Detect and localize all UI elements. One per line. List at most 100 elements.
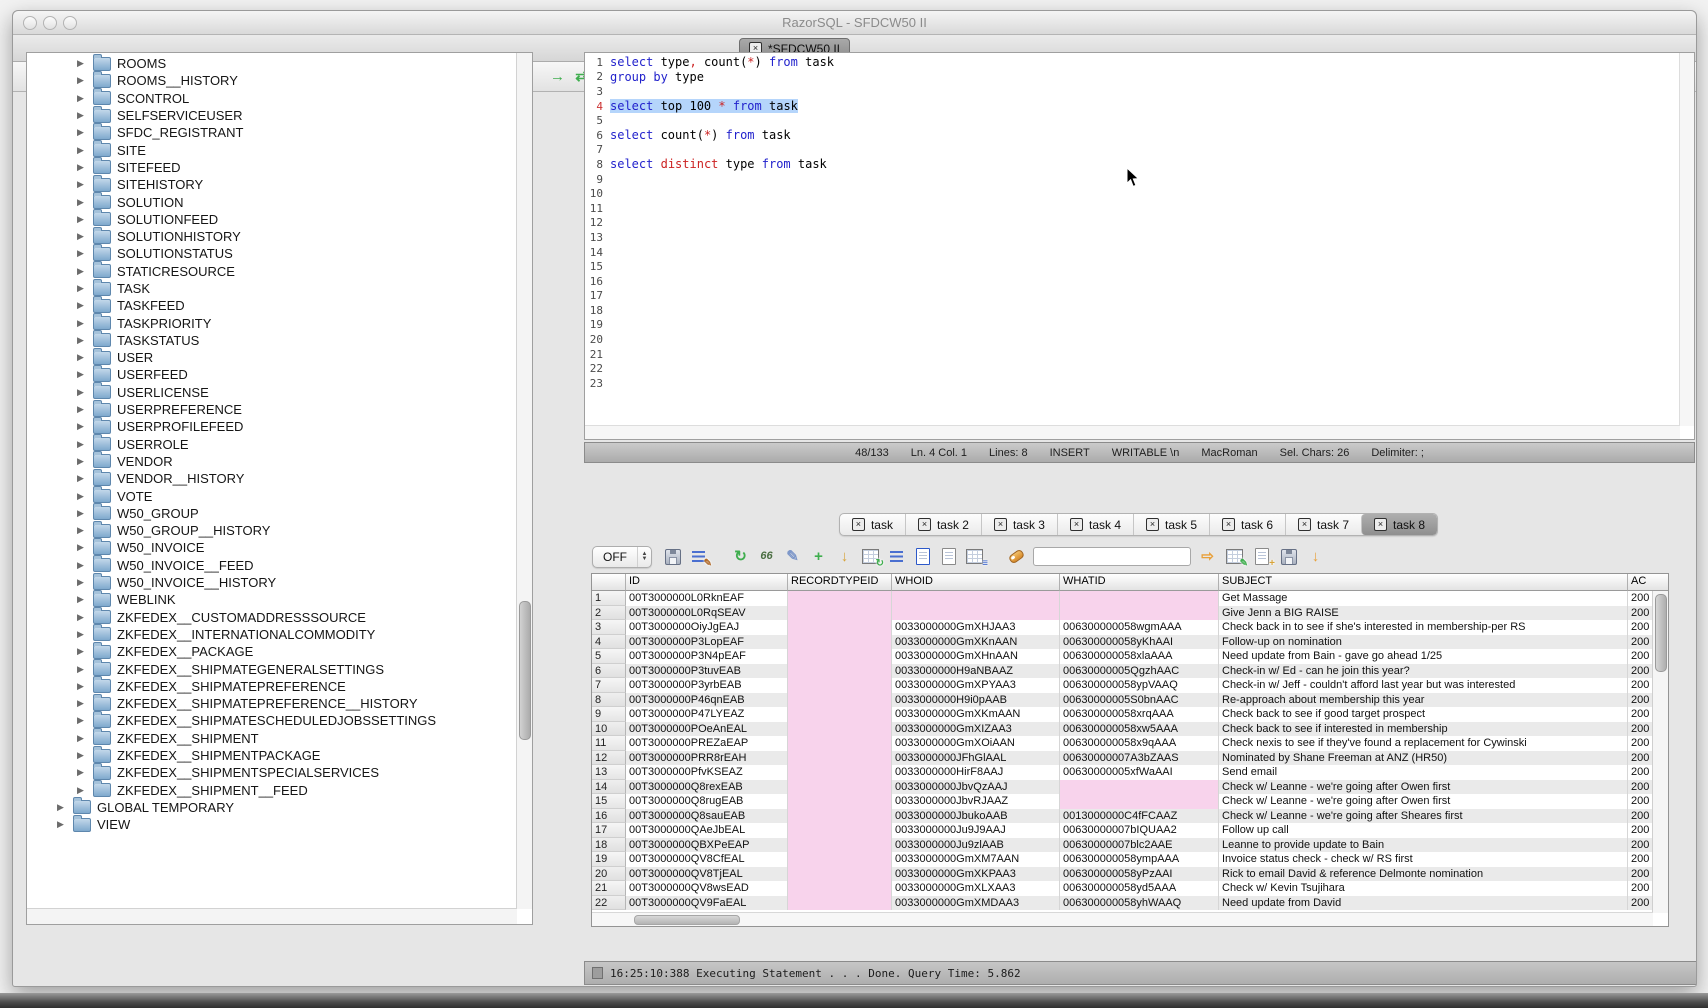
table-cell[interactable]: 00T3000000QBXPeEAP [626, 838, 788, 853]
row-number-cell[interactable]: 1 [592, 591, 626, 606]
table-cell[interactable]: 00T3000000P3N4pEAF [626, 649, 788, 664]
table-cell[interactable]: 0033000000GmXLXAA3 [892, 881, 1060, 896]
row-number-cell[interactable]: 7 [592, 678, 626, 693]
insert-record-icon[interactable]: + [808, 546, 829, 567]
table-row[interactable]: 900T3000000P47LYEAZ0033000000GmXKmAAN006… [592, 707, 1668, 722]
table-cell[interactable]: Invoice status check - check w/ RS first [1219, 852, 1628, 867]
table-cell[interactable] [788, 867, 892, 882]
table-cell[interactable]: 00T3000000P3yrbEAB [626, 678, 788, 693]
row-number-cell[interactable]: 4 [592, 635, 626, 650]
table-row[interactable]: 2000T3000000QV8TjEAL0033000000GmXKPAA300… [592, 867, 1668, 882]
disclosure-triangle-icon[interactable]: ▶ [77, 110, 89, 121]
tree-item[interactable]: ▶ROOMS__HISTORY [27, 72, 516, 89]
table-cell[interactable]: 006300000058xlaAAA [1060, 649, 1219, 664]
table-cell[interactable] [788, 765, 892, 780]
table-cell[interactable]: 0033000000H9aNBAAZ [892, 664, 1060, 679]
tree-item[interactable]: ▶STATICRESOURCE [27, 263, 516, 280]
view-record-icon[interactable]: 66 [756, 546, 777, 567]
row-number-cell[interactable]: 12 [592, 751, 626, 766]
tree-item[interactable]: ▶ZKFEDEX__INTERNATIONALCOMMODITY [27, 626, 516, 643]
disclosure-triangle-icon[interactable]: ▶ [77, 750, 89, 761]
edit-record-icon[interactable]: ✎ [782, 546, 803, 567]
disclosure-triangle-icon[interactable]: ▶ [77, 594, 89, 605]
tab-close-icon[interactable]: × [994, 518, 1007, 531]
tree-item[interactable]: ▶VIEW [27, 816, 516, 833]
table-cell[interactable]: Leanne to provide update to Bain [1219, 838, 1628, 853]
result-tab[interactable]: ×task 2 [905, 514, 981, 535]
disclosure-triangle-icon[interactable]: ▶ [77, 646, 89, 657]
tree-item[interactable]: ▶SOLUTIONHISTORY [27, 228, 516, 245]
table-cell[interactable] [1060, 794, 1219, 809]
tree-item[interactable]: ▶W50_GROUP__HISTORY [27, 522, 516, 539]
disclosure-triangle-icon[interactable]: ▶ [77, 508, 89, 519]
tree-item[interactable]: ▶TASKSTATUS [27, 332, 516, 349]
table-row[interactable]: 500T3000000P3N4pEAF 0033000000GmXHnAAN006… [592, 649, 1668, 664]
go-icon[interactable]: → [547, 66, 568, 87]
table-cell[interactable]: 0033000000GmXHnAAN [892, 649, 1060, 664]
table-row[interactable]: 200T3000000L0RqSEAVGive Jenn a BIG RAISE… [592, 606, 1668, 621]
tree-item[interactable]: ▶ZKFEDEX__SHIPMENT__FEED [27, 781, 516, 798]
table-row[interactable]: 1500T3000000Q8rugEAB0033000000JbvRJAAZCh… [592, 794, 1668, 809]
editor-line[interactable]: 5 [585, 113, 1680, 128]
column-header-subject[interactable]: SUBJECT [1219, 574, 1628, 591]
table-cell[interactable] [1060, 591, 1219, 606]
edit-generator-icon[interactable]: ✎ [1224, 546, 1245, 567]
copy-cell-icon[interactable] [938, 546, 959, 567]
disclosure-triangle-icon[interactable]: ▶ [77, 283, 89, 294]
editor-line[interactable]: 16 [585, 274, 1680, 289]
editor-line[interactable]: 17 [585, 289, 1680, 304]
table-cell[interactable]: 0013000000C4fFCAAZ [1060, 809, 1219, 824]
tree-item[interactable]: ▶ROOMS [27, 55, 516, 72]
editor-line[interactable]: 7 [585, 143, 1680, 158]
tree-item[interactable]: ▶W50_INVOICE [27, 539, 516, 556]
grid-vscrollbar-thumb[interactable] [1655, 594, 1667, 672]
table-cell[interactable]: Need update from Bain - gave go ahead 1/… [1219, 649, 1628, 664]
table-cell[interactable]: Check-in w/ Jeff - couldn't afford last … [1219, 678, 1628, 693]
disclosure-triangle-icon[interactable]: ▶ [77, 214, 89, 225]
form-view-icon[interactable] [886, 546, 907, 567]
row-number-cell[interactable]: 18 [592, 838, 626, 853]
table-cell[interactable]: 0033000000GmXMDAA3 [892, 896, 1060, 911]
table-cell[interactable]: 00T3000000POeAnEAL [626, 722, 788, 737]
table-cell[interactable]: 006300000058ypVAAQ [1060, 678, 1219, 693]
editor-vertical-scrollbar[interactable] [1679, 53, 1694, 426]
table-cell[interactable]: 0033000000GmXIZAA3 [892, 722, 1060, 737]
disclosure-triangle-icon[interactable]: ▶ [77, 560, 89, 571]
editor-horizontal-scrollbar[interactable] [585, 425, 1680, 439]
table-cell[interactable]: Give Jenn a BIG RAISE [1219, 606, 1628, 621]
table-cell[interactable]: Check w/ Kevin Tsujihara [1219, 881, 1628, 896]
table-cell[interactable]: Check back to see if interested in membe… [1219, 722, 1628, 737]
row-number-cell[interactable]: 5 [592, 649, 626, 664]
table-cell[interactable]: Follow-up on nomination [1219, 635, 1628, 650]
disclosure-triangle-icon[interactable]: ▶ [77, 93, 89, 104]
script-generator-icon[interactable]: + [1251, 546, 1272, 567]
table-cell[interactable] [788, 809, 892, 824]
tree-item[interactable]: ▶USERFEED [27, 366, 516, 383]
disclosure-triangle-icon[interactable]: ▶ [77, 785, 89, 796]
table-cell[interactable]: 00T3000000Q8sauEAB [626, 809, 788, 824]
table-row[interactable]: 100T3000000L0RknEAFGet Massage200 [592, 591, 1668, 606]
tree-item[interactable]: ▶ZKFEDEX__SHIPMENTSPECIALSERVICES [27, 764, 516, 781]
disclosure-triangle-icon[interactable]: ▶ [77, 664, 89, 675]
save-grid-icon[interactable] [1278, 546, 1299, 567]
table-cell[interactable]: 0033000000HirF8AAJ [892, 765, 1060, 780]
disclosure-triangle-icon[interactable]: ▶ [77, 698, 89, 709]
tree-item[interactable]: ▶SITEFEED [27, 159, 516, 176]
tree-item[interactable]: ▶VOTE [27, 487, 516, 504]
table-cell[interactable] [788, 591, 892, 606]
row-number-cell[interactable]: 13 [592, 765, 626, 780]
editor-line[interactable]: 1select type, count(*) from task [585, 55, 1680, 70]
table-cell[interactable] [788, 678, 892, 693]
row-number-cell[interactable]: 22 [592, 896, 626, 911]
table-cell[interactable]: 0033000000GmXPYAA3 [892, 678, 1060, 693]
disclosure-triangle-icon[interactable]: ▶ [77, 767, 89, 778]
row-number-cell[interactable]: 21 [592, 881, 626, 896]
table-cell[interactable]: 00T3000000OiyJgEAJ [626, 620, 788, 635]
row-number-cell[interactable]: 11 [592, 736, 626, 751]
disclosure-triangle-icon[interactable]: ▶ [57, 819, 69, 830]
tree-item[interactable]: ▶USER [27, 349, 516, 366]
table-cell[interactable]: 00630000007A3bZAAS [1060, 751, 1219, 766]
search-input[interactable] [1033, 547, 1191, 566]
table-cell[interactable] [788, 693, 892, 708]
export-down-icon[interactable]: ↓ [1305, 546, 1326, 567]
